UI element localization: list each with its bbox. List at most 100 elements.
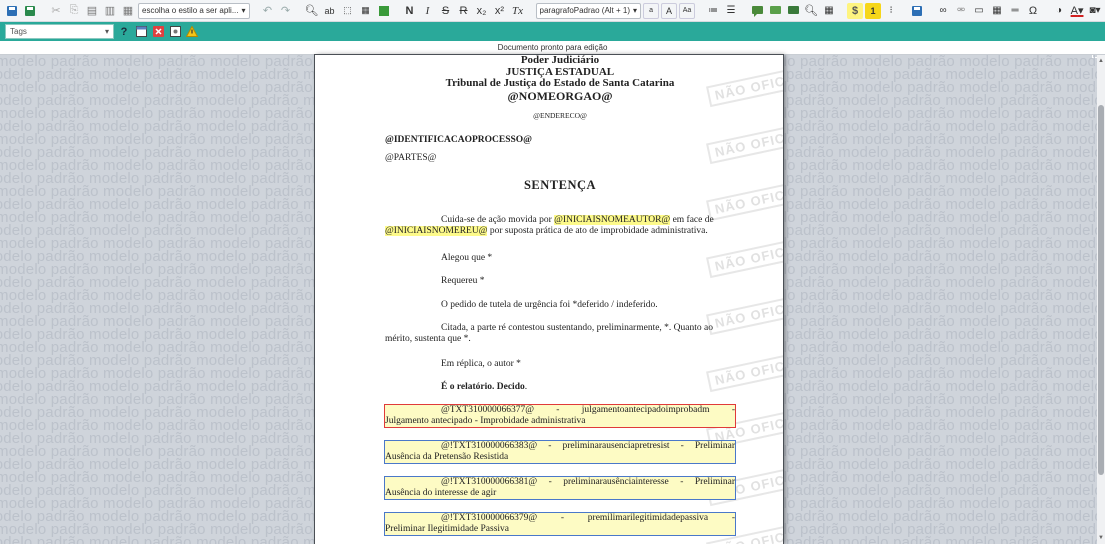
block-key: premilimarilegitimidadepassiva	[587, 513, 709, 523]
block-line: @!TXT310000066379@ - premilimarilegitimida…	[385, 513, 735, 524]
block-dash: -	[548, 441, 552, 451]
highlight-color-button[interactable]: ◙▾	[1087, 3, 1103, 19]
cut-icon[interactable]: ✂	[48, 3, 64, 19]
paste-word-icon[interactable]: ▦	[120, 3, 136, 19]
header-organ: @NOMEORGAO@	[507, 88, 613, 103]
p1-text-c: por suposta prática de ato de improbidad…	[487, 226, 708, 236]
font-color-label: A	[1070, 4, 1078, 17]
preview-icon[interactable]	[168, 25, 182, 39]
header-line-1: Poder Judiciário	[520, 55, 600, 66]
block-description: Preliminar Ilegitimidade Passiva	[385, 524, 510, 534]
parties: @PARTES@	[385, 153, 437, 163]
undo-icon[interactable]: ↶	[260, 3, 276, 19]
font-color-button[interactable]: A ▾	[1069, 3, 1085, 19]
help-button[interactable]: ?	[117, 25, 131, 39]
special-char-button[interactable]: Ω	[1025, 3, 1041, 19]
insert-table-icon[interactable]: ▦	[989, 3, 1005, 19]
chevron-down-icon: ▾	[633, 6, 638, 15]
strikethrough-button[interactable]: S	[438, 3, 454, 19]
strikethrough-alt-button[interactable]: R	[456, 3, 472, 19]
block-description: Ausência do interesse de agir	[385, 488, 497, 498]
calculator-icon[interactable]: ▦	[821, 3, 837, 19]
p1-text-a: Cuida-se de ação movida por	[441, 215, 555, 225]
paragraph-style-dropdown[interactable]: paragrafoPadrao (Alt + 1) ▾	[535, 2, 642, 19]
scroll-down-icon[interactable]: ▼	[1097, 534, 1105, 542]
unlink-icon[interactable]: ⚮	[953, 3, 969, 19]
comment-edit-icon[interactable]	[785, 3, 801, 19]
text-block-ilegitimidade[interactable]: @!TXT310000066379@ - premilimarilegitimida…	[384, 512, 736, 536]
chevron-down-icon: ▾	[241, 6, 246, 15]
contrast-icon[interactable]: ◑	[1051, 3, 1067, 19]
subscript-button[interactable]: x₂	[474, 3, 490, 19]
paste-icon[interactable]: ▤	[84, 3, 100, 19]
table-icon[interactable]: ▦	[358, 3, 374, 19]
paragraph-style-label: paragrafoPadrao (Alt + 1)	[539, 6, 631, 15]
comment-search-icon[interactable]: 🔍︎	[803, 3, 819, 19]
block-code: @!TXT310000066381@	[441, 477, 538, 487]
italic-button[interactable]: I	[420, 3, 436, 19]
font-size-up-button[interactable]: A	[661, 2, 678, 19]
block-dash: -	[731, 513, 735, 523]
block-key: julgamentoantecipadoimprobadm	[581, 405, 710, 415]
spellcheck-icon[interactable]	[376, 3, 392, 19]
block-dash: -	[680, 477, 684, 487]
document-body[interactable]: Poder Judiciário JUSTIÇA ESTADUAL Tribun…	[384, 55, 736, 536]
redo-icon[interactable]: ↷	[278, 3, 294, 19]
line-spacing-icon[interactable]: ⁝	[883, 3, 899, 19]
font-size-down-button[interactable]: a	[643, 2, 660, 19]
numbered-list-icon[interactable]: ≔	[705, 3, 721, 19]
comment-icon[interactable]	[749, 3, 765, 19]
block-key: preliminarausenciapretresist	[562, 441, 670, 451]
author-placeholder: @INICIAISNOMEAUTOR@	[554, 215, 671, 225]
link-icon[interactable]: ∞	[935, 3, 951, 19]
block-line: @!TXT310000066383@ - preliminarausenciapre…	[385, 441, 735, 452]
vertical-scrollbar[interactable]: ▲ ▼	[1097, 55, 1105, 544]
text-block-ausencia-interesse[interactable]: @!TXT310000066381@ - preliminarausênciaint…	[384, 476, 736, 500]
save-template-icon[interactable]	[909, 3, 925, 19]
text-block-julgamento[interactable]: @TXT310000066377@ - julgamentoantecipadoim…	[384, 404, 736, 428]
paragraph-replica: Em réplica, o autor *	[385, 359, 735, 370]
bold-button[interactable]: N	[402, 3, 418, 19]
paste-text-icon[interactable]: ▥	[102, 3, 118, 19]
size-down-label: a	[649, 7, 653, 14]
block-dash: -	[560, 513, 565, 523]
address: @ENDERECO@	[533, 110, 587, 120]
style-dropdown-label: escolha o estilo a ser apli...	[142, 6, 239, 15]
block-code: @!TXT310000066383@	[441, 441, 538, 451]
tags-select[interactable]: Tags ▾	[5, 24, 114, 39]
superscript-button[interactable]: x²	[492, 3, 508, 19]
close-icon[interactable]	[151, 25, 165, 39]
block-line: @TXT310000066377@ - julgamentoantecipadoim…	[385, 405, 735, 416]
save-as-icon[interactable]	[22, 3, 38, 19]
scrollbar-thumb[interactable]	[1098, 105, 1104, 475]
scroll-up-icon[interactable]: ▲	[1097, 57, 1105, 65]
image-icon[interactable]: ▭	[971, 3, 987, 19]
copy-icon[interactable]: ⎘	[66, 3, 82, 19]
block-dash: -	[680, 441, 684, 451]
change-case-button[interactable]: Aa	[679, 2, 696, 19]
p7-end: .	[524, 382, 528, 392]
style-dropdown[interactable]: escolha o estilo a ser apli... ▾	[138, 2, 250, 19]
horizontal-line-icon[interactable]: ═	[1007, 3, 1023, 19]
save-icon[interactable]	[4, 3, 20, 19]
p4-text: O pedido de tutela de urgência foi *defe…	[441, 300, 658, 310]
p5-text-b: mérito, sustenta que *.	[385, 334, 471, 344]
bullet-list-icon[interactable]: ☰	[723, 3, 739, 19]
p5-text-a: Citada, a parte ré contestou sustentando…	[441, 323, 713, 333]
comment-add-icon[interactable]	[767, 3, 783, 19]
block-description: Ausência da Pretensão Resistida	[385, 452, 509, 462]
chevron-down-icon: ▾	[104, 27, 109, 36]
number-highlight-icon[interactable]: 1	[865, 2, 882, 19]
text-block-ausencia-pretensao[interactable]: @!TXT310000066383@ - preliminarausenciapre…	[384, 440, 736, 464]
block-code: @TXT310000066377@	[441, 405, 534, 415]
dollar-button[interactable]: $	[847, 2, 864, 19]
clear-format-button[interactable]: Tx	[510, 3, 526, 19]
document-title: SENTENÇA	[523, 178, 597, 192]
replace-icon[interactable]: ab	[322, 3, 338, 19]
find-icon[interactable]: 🔍︎	[304, 3, 320, 19]
document-page[interactable]: NÃO OFICIAL NÃO OFICIAL NÃO OFICIAL NÃO OFI…	[315, 55, 783, 544]
select-all-icon[interactable]: ⬚	[340, 3, 356, 19]
window-icon[interactable]	[134, 25, 148, 39]
warning-icon[interactable]	[185, 25, 199, 39]
case-label: Aa	[682, 7, 692, 14]
